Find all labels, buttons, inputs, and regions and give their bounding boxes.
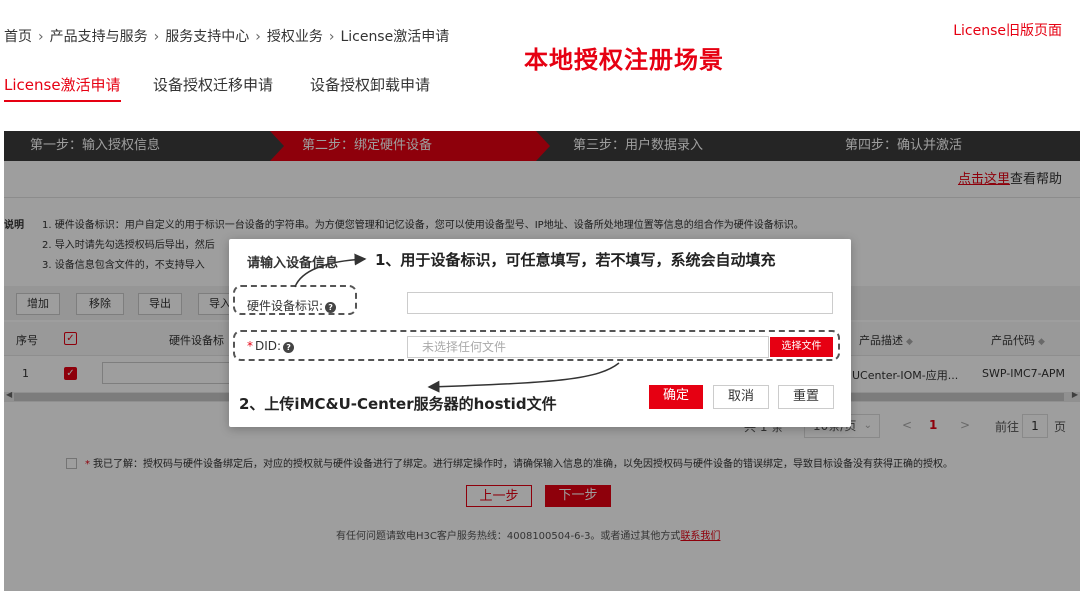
- scene-title-annotation: 本地授权注册场景: [524, 46, 724, 74]
- breadcrumb-service-center[interactable]: 服务支持中心: [165, 26, 249, 46]
- breadcrumb-separator: ›: [328, 29, 335, 45]
- tab-license-uninstall[interactable]: 设备授权卸载申请: [310, 74, 430, 95]
- old-version-link[interactable]: License旧版页面: [953, 20, 1062, 40]
- tab-license-activation[interactable]: License激活申请: [4, 74, 121, 102]
- annotation-device-id: 1、用于设备标识，可任意填写，若不填写，系统会自动填充: [375, 251, 776, 269]
- breadcrumb-current: License激活申请: [340, 29, 450, 45]
- breadcrumb-separator: ›: [153, 29, 160, 45]
- breadcrumb-products[interactable]: 产品支持与服务: [50, 26, 148, 46]
- breadcrumb: 首页 › 产品支持与服务 › 服务支持中心 › 授权业务 › License激活申请: [4, 26, 449, 46]
- page: 首页 › 产品支持与服务 › 服务支持中心 › 授权业务 › License激活申请 Licen…: [0, 0, 1080, 591]
- breadcrumb-separator: ›: [38, 29, 44, 45]
- breadcrumb-license-business[interactable]: 授权业务: [267, 26, 323, 46]
- annotation-hostid: 2、上传iMC&U-Center服务器的hostid文件: [239, 395, 557, 413]
- arrow-to-annotation-2: [427, 362, 620, 393]
- breadcrumb-separator: ›: [255, 29, 261, 45]
- breadcrumb-home[interactable]: 首页: [4, 26, 32, 46]
- device-info-dialog: 请输入设备信息 硬件设备标识:? * DID:? 未选择任何文件 选择文件 确定 …: [229, 239, 851, 427]
- arrow-to-annotation-1: [294, 253, 367, 288]
- tab-license-migration[interactable]: 设备授权迁移申请: [153, 74, 273, 95]
